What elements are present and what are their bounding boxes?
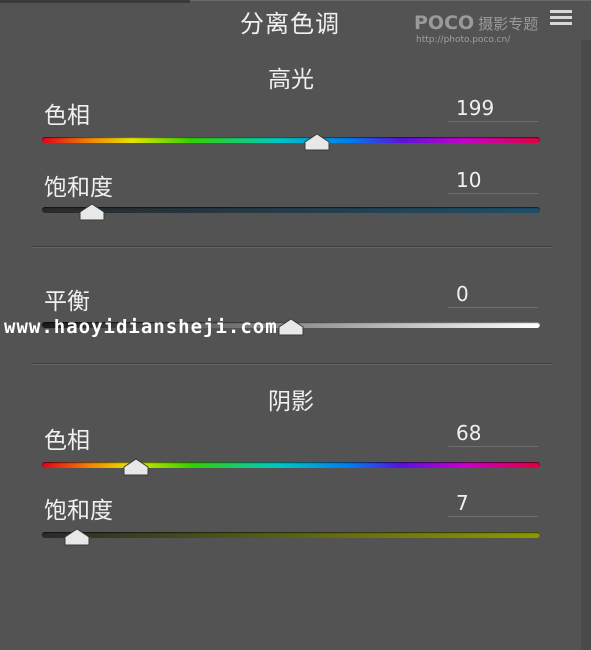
tab-underline	[0, 0, 190, 3]
shadows-saturation-slider[interactable]	[42, 532, 540, 538]
highlights-saturation-value[interactable]: 10	[448, 168, 538, 194]
shadows-hue-value[interactable]: 68	[448, 421, 538, 447]
shadows-saturation-thumb[interactable]	[64, 528, 90, 546]
highlights-hue-label: 色相	[44, 103, 90, 129]
balance-label: 平衡	[44, 289, 90, 315]
poco-brand-sub: 摄影专题	[478, 15, 539, 33]
panel-title: 分离色调	[240, 10, 340, 38]
shadows-saturation-label: 饱和度	[44, 498, 113, 524]
header-rule	[190, 0, 591, 1]
highlights-title: 高光	[268, 67, 314, 93]
balance-thumb[interactable]	[278, 318, 304, 336]
shadows-title: 阴影	[268, 389, 314, 415]
highlights-saturation-thumb[interactable]	[79, 203, 105, 221]
poco-watermark: POCO 摄影专题	[414, 12, 538, 34]
panel-edge	[581, 40, 591, 650]
shadows-saturation-value[interactable]: 7	[448, 491, 538, 517]
shadows-hue-label: 色相	[44, 428, 90, 454]
site-watermark: www.haoyidiansheji.com	[4, 316, 278, 338]
divider	[32, 247, 552, 248]
poco-url: http://photo.poco.cn/	[416, 35, 511, 45]
shadows-hue-thumb[interactable]	[123, 458, 149, 476]
highlights-saturation-slider[interactable]	[42, 207, 540, 213]
highlights-hue-value[interactable]: 199	[448, 96, 538, 122]
shadows-hue-slider[interactable]	[42, 462, 540, 468]
balance-value[interactable]: 0	[448, 282, 538, 308]
divider	[32, 364, 552, 365]
highlights-hue-thumb[interactable]	[304, 133, 330, 151]
highlights-hue-slider[interactable]	[42, 137, 540, 143]
highlights-saturation-label: 饱和度	[44, 175, 113, 201]
panel-menu-icon[interactable]	[550, 10, 572, 26]
poco-brand: POCO	[414, 12, 475, 34]
